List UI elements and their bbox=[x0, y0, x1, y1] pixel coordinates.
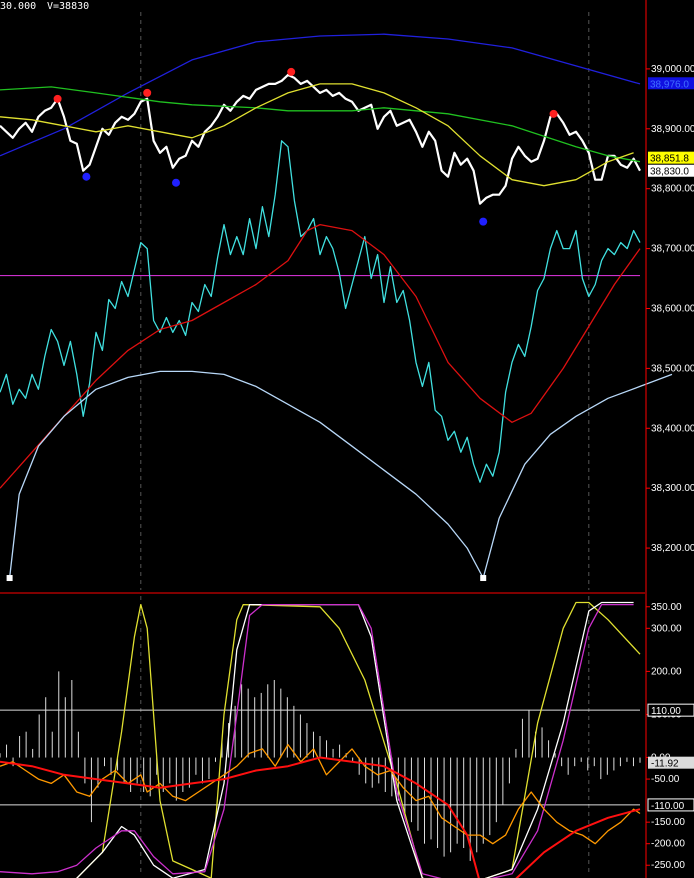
y-tick-label: 300.00 bbox=[651, 623, 682, 634]
header-volume-label: V=38830 bbox=[47, 1, 89, 12]
price-tag-label: 38,851.8 bbox=[650, 154, 689, 165]
y-tick-label: 38,400.00 bbox=[651, 423, 694, 434]
marker-down bbox=[479, 217, 488, 226]
y-tick-label: -50.00 bbox=[651, 774, 680, 785]
marker-down bbox=[82, 172, 91, 181]
y-tick-label: 38,500.00 bbox=[651, 363, 694, 374]
y-tick-label: 38,300.00 bbox=[651, 483, 694, 494]
y-tick-label: -150.00 bbox=[651, 817, 685, 828]
marker-down bbox=[172, 178, 180, 187]
y-tick-label: 200.00 bbox=[651, 666, 682, 677]
level-tag-label: 110.00 bbox=[651, 706, 681, 717]
y-tick-label: 38,700.00 bbox=[651, 244, 694, 255]
y-tick-label: -250.00 bbox=[651, 860, 685, 871]
marker-up bbox=[143, 88, 152, 97]
square-marker bbox=[480, 575, 487, 582]
y-tick-label: 38,800.00 bbox=[651, 184, 694, 195]
y-tick-label: 38,600.00 bbox=[651, 303, 694, 314]
price-tag-label: 38,976.0 bbox=[650, 79, 689, 90]
y-tick-label: 38,900.00 bbox=[651, 124, 694, 135]
header-price-fragment: 30.000 bbox=[0, 1, 36, 12]
y-tick-label: 38,200.00 bbox=[651, 543, 694, 554]
current-value-tag-label: -11.92 bbox=[651, 759, 679, 770]
square-marker bbox=[6, 575, 13, 582]
y-tick-label: 350.00 bbox=[651, 602, 682, 613]
y-tick-label: 39,000.00 bbox=[651, 64, 694, 75]
price-tag-label: 38,830.0 bbox=[650, 167, 689, 178]
marker-up bbox=[53, 94, 62, 103]
level-tag-label: -110.00 bbox=[651, 801, 685, 812]
chart-canvas: 38,200.00 38,300.00 38,400.00 38,500.00 38,6… bbox=[0, 0, 694, 878]
marker-up bbox=[549, 109, 558, 118]
y-tick-label: -200.00 bbox=[651, 839, 685, 850]
marker-up bbox=[287, 67, 296, 76]
